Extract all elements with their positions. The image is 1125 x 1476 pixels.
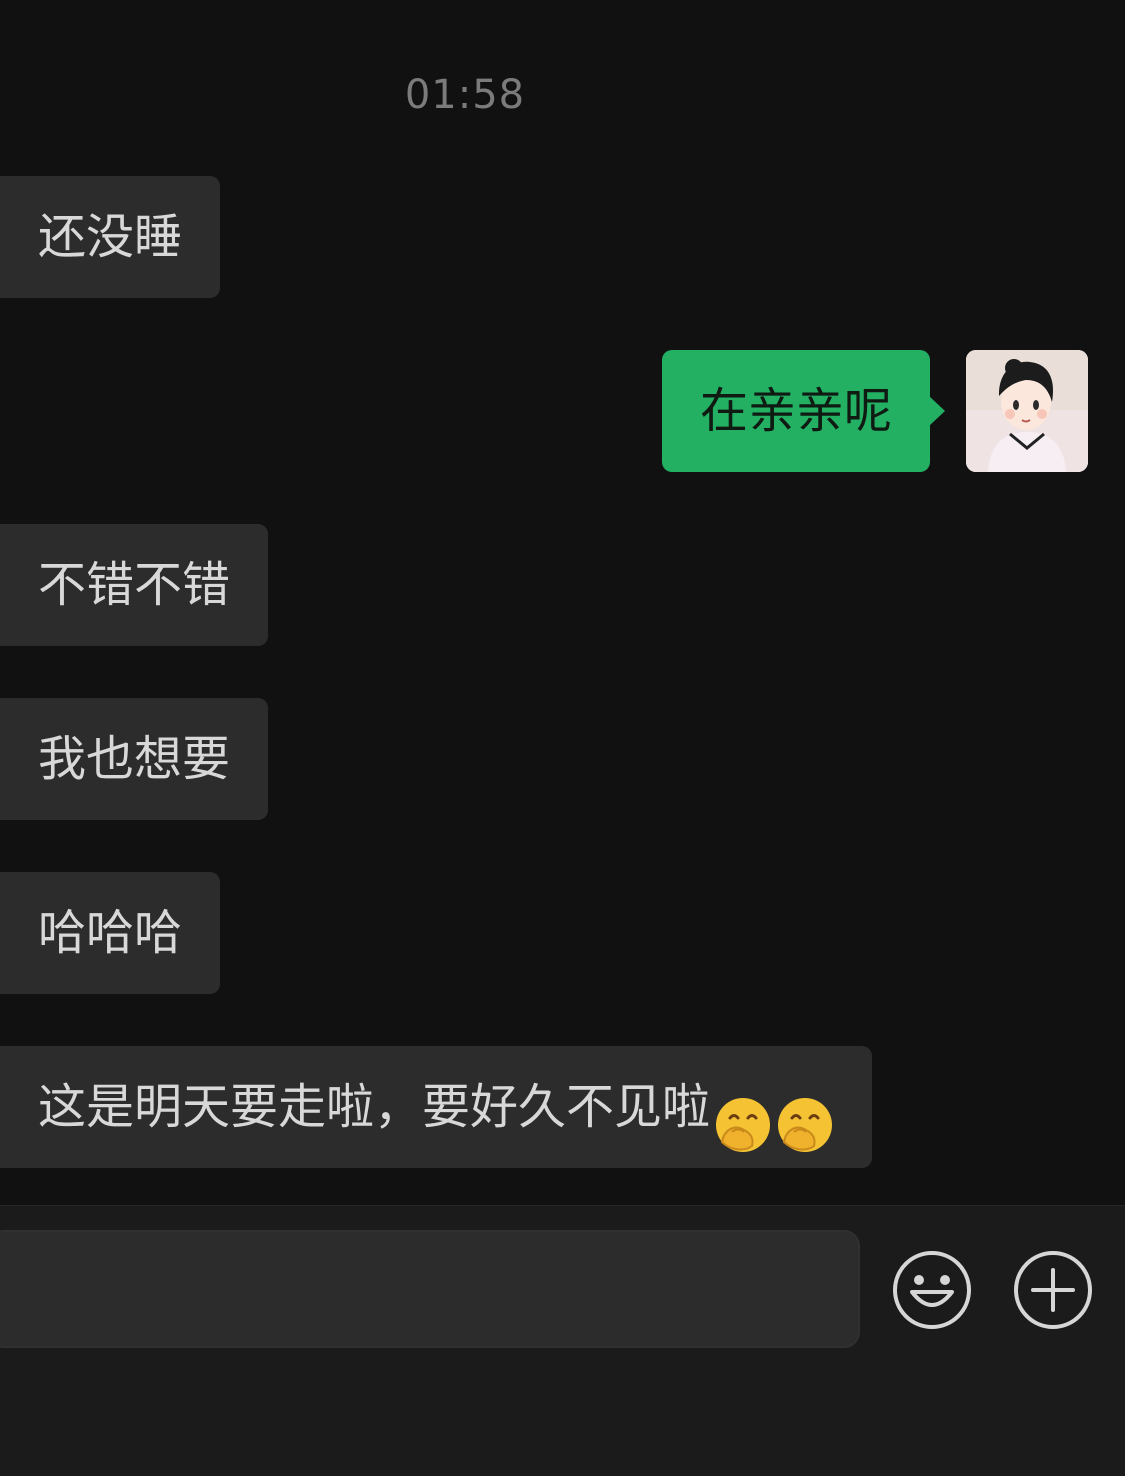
incoming-message-bubble[interactable]: 哈哈哈 bbox=[0, 872, 221, 994]
outgoing-message-bubble[interactable]: 在亲亲呢 bbox=[661, 350, 946, 472]
message-text: 这是明天要走啦，要好久不见啦 bbox=[38, 1079, 711, 1135]
avatar-illustration bbox=[966, 350, 1088, 472]
message-text: 我也想要 bbox=[38, 731, 231, 787]
smiley-face-icon bbox=[893, 1251, 971, 1329]
incoming-message-bubble[interactable]: 还没睡 bbox=[0, 176, 221, 298]
incoming-message-bubble[interactable]: 我也想要 bbox=[0, 698, 269, 820]
message-text: 哈哈哈 bbox=[38, 905, 183, 961]
message-input[interactable] bbox=[0, 1230, 860, 1348]
message-timestamp: 01:58 bbox=[404, 72, 526, 118]
plus-circle-icon bbox=[1014, 1251, 1092, 1329]
emoji-button[interactable] bbox=[892, 1250, 972, 1330]
incoming-message-bubble[interactable]: 这是明天要走啦，要好久不见啦 bbox=[0, 1046, 873, 1168]
incoming-message-bubble[interactable]: 不错不错 bbox=[0, 524, 269, 646]
face-with-hand-over-mouth-emoji bbox=[776, 1077, 834, 1152]
user-avatar[interactable] bbox=[966, 350, 1088, 472]
message-text: 在亲亲呢 bbox=[699, 383, 892, 439]
plus-button[interactable] bbox=[1013, 1250, 1093, 1330]
face-with-hand-over-mouth-emoji bbox=[714, 1077, 772, 1152]
message-text: 不错不错 bbox=[38, 557, 231, 613]
message-composer bbox=[0, 1205, 1125, 1476]
message-text: 还没睡 bbox=[38, 209, 183, 265]
